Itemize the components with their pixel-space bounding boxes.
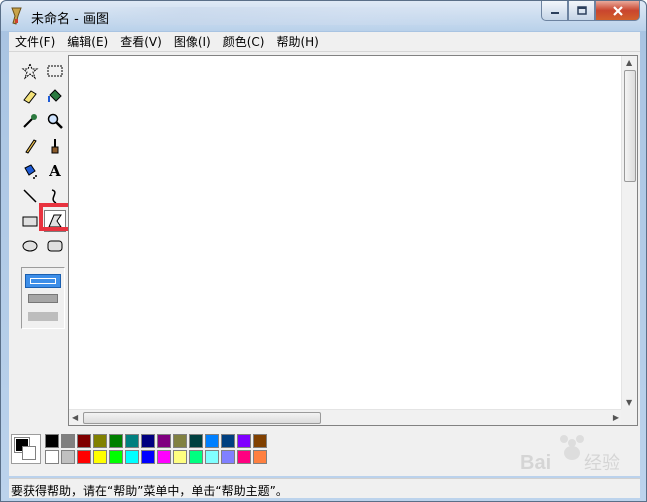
palette-swatch[interactable] <box>205 450 219 464</box>
palette-swatch[interactable] <box>45 450 59 464</box>
palette-swatch[interactable] <box>61 434 75 448</box>
eraser-icon <box>23 90 37 104</box>
palette-swatch[interactable] <box>189 450 203 464</box>
title-bar[interactable]: 未命名 - 画图 <box>1 1 646 31</box>
palette-swatch[interactable] <box>253 450 267 464</box>
palette-swatch[interactable] <box>173 434 187 448</box>
brush-icon <box>51 139 59 154</box>
palette-swatch[interactable] <box>77 434 91 448</box>
text-a-icon: A <box>49 162 61 180</box>
maximize-icon <box>576 5 587 15</box>
minimize-button[interactable] <box>541 1 568 21</box>
fill-tool[interactable] <box>44 85 66 107</box>
horizontal-scroll-thumb[interactable] <box>83 412 321 424</box>
free-form-select-tool[interactable] <box>19 60 41 82</box>
rectangle-tool[interactable] <box>19 210 41 232</box>
menu-edit[interactable]: 编辑(E) <box>61 33 114 51</box>
rectangle-icon <box>22 216 38 227</box>
vertical-scrollbar[interactable]: ▲ ▼ <box>621 56 637 409</box>
palette-swatch[interactable] <box>125 434 139 448</box>
drawing-area: ▲ ▼ ◀ ▶ <box>68 55 638 426</box>
background-color <box>22 446 36 460</box>
text-tool[interactable]: A <box>44 160 66 182</box>
palette-swatch[interactable] <box>141 450 155 464</box>
horizontal-scrollbar[interactable]: ◀ ▶ <box>69 409 622 425</box>
rounded-rect-tool[interactable] <box>44 235 66 257</box>
eyedropper-icon <box>23 114 37 128</box>
toolbox: A <box>15 56 67 329</box>
minimize-icon <box>550 11 559 14</box>
baidu-watermark-logo: Bai 经验 <box>520 435 620 474</box>
close-icon <box>612 5 623 16</box>
scroll-left-icon[interactable]: ◀ <box>72 413 78 422</box>
palette-swatch[interactable] <box>157 450 171 464</box>
svg-text:经验: 经验 <box>584 453 620 473</box>
menu-help[interactable]: 帮助(H) <box>270 33 324 51</box>
palette-swatch[interactable] <box>157 434 171 448</box>
scroll-up-icon[interactable]: ▲ <box>626 58 632 67</box>
fill-style-border-fill-option[interactable] <box>28 294 58 303</box>
palette-swatch[interactable] <box>109 450 123 464</box>
palette-swatch[interactable] <box>141 434 155 448</box>
menu-image[interactable]: 图像(I) <box>168 33 217 51</box>
palette-swatch[interactable] <box>61 450 75 464</box>
tool-options-panel <box>21 267 65 329</box>
magnifier-icon <box>47 113 63 129</box>
window-title: 未命名 - 画图 <box>31 12 109 27</box>
palette-swatch[interactable] <box>253 434 267 448</box>
pencil-tool[interactable] <box>19 135 41 157</box>
palette-swatch[interactable] <box>45 434 59 448</box>
close-button[interactable] <box>595 1 640 21</box>
palette-swatch[interactable] <box>93 450 107 464</box>
rect-select-tool[interactable] <box>44 60 66 82</box>
fill-style-fill-option[interactable] <box>28 312 58 321</box>
rounded-rect-icon <box>47 240 63 252</box>
svg-text:Bai: Bai <box>520 452 551 474</box>
pencil-icon <box>25 139 37 154</box>
maximize-button[interactable] <box>568 1 595 21</box>
eraser-tool[interactable] <box>19 85 41 107</box>
fill-style-border-option[interactable] <box>25 274 61 288</box>
palette-swatch[interactable] <box>173 450 187 464</box>
drawing-canvas[interactable] <box>69 56 622 409</box>
palette-swatch[interactable] <box>109 434 123 448</box>
scrollbar-corner <box>621 409 637 425</box>
window-controls <box>541 1 640 23</box>
paint-window: 未命名 - 画图 文件(F) 编辑(E) 查看(V) 图像(I) 颜色(C) 帮… <box>0 0 647 502</box>
palette-swatch[interactable] <box>205 434 219 448</box>
current-colors[interactable] <box>11 434 41 464</box>
line-tool[interactable] <box>19 185 41 207</box>
menu-file[interactable]: 文件(F) <box>9 33 61 51</box>
ellipse-icon <box>22 240 38 252</box>
scroll-down-icon[interactable]: ▼ <box>626 398 632 407</box>
brush-tool[interactable] <box>44 135 66 157</box>
palette-swatch[interactable] <box>237 450 251 464</box>
palette-swatch[interactable] <box>237 434 251 448</box>
palette-swatch[interactable] <box>93 434 107 448</box>
palette-swatch[interactable] <box>189 434 203 448</box>
menu-view[interactable]: 查看(V) <box>114 33 168 51</box>
palette-swatch[interactable] <box>77 450 91 464</box>
airbrush-icon <box>24 164 37 179</box>
line-icon <box>23 189 37 203</box>
pick-color-tool[interactable] <box>19 110 41 132</box>
vertical-scroll-thumb[interactable] <box>624 70 636 182</box>
client-area: A ▲ ▼ ◀ ▶ <box>9 52 640 476</box>
star-select-icon <box>21 62 39 80</box>
menu-colors[interactable]: 颜色(C) <box>217 33 271 51</box>
rect-select-icon <box>47 65 63 77</box>
ellipse-tool[interactable] <box>19 235 41 257</box>
airbrush-tool[interactable] <box>19 160 41 182</box>
scroll-right-icon[interactable]: ▶ <box>613 413 619 422</box>
palette-swatch[interactable] <box>125 450 139 464</box>
palette-swatch[interactable] <box>221 434 235 448</box>
menu-bar: 文件(F) 编辑(E) 查看(V) 图像(I) 颜色(C) 帮助(H) <box>9 32 640 52</box>
blurred-taskbar-area <box>101 7 521 25</box>
status-bar: 要获得帮助，请在“帮助”菜单中，单击“帮助主题”。 <box>9 478 640 498</box>
status-text: 要获得帮助，请在“帮助”菜单中，单击“帮助主题”。 <box>11 484 288 498</box>
palette-swatch[interactable] <box>221 450 235 464</box>
paint-app-icon <box>11 7 22 25</box>
bucket-icon <box>48 89 62 102</box>
magnifier-tool[interactable] <box>44 110 66 132</box>
